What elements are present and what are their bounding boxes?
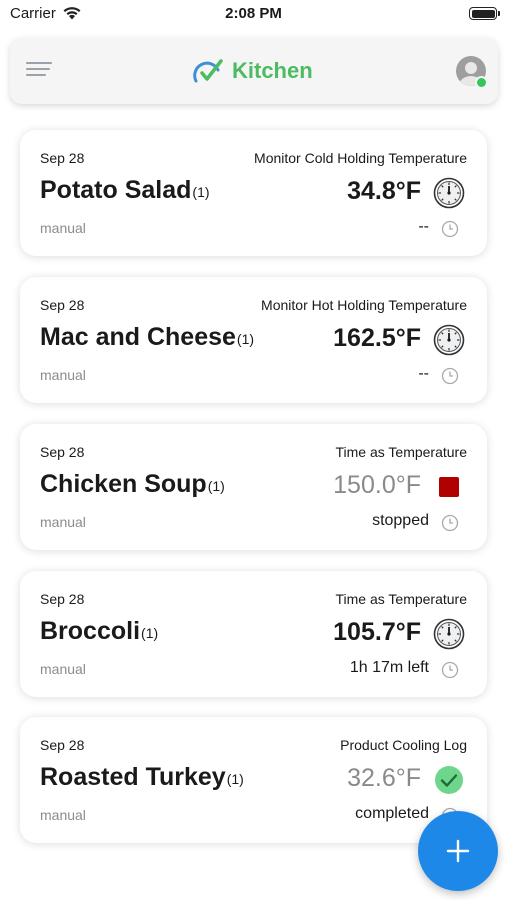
card-source: manual <box>40 514 86 530</box>
card-count: (1) <box>226 770 244 787</box>
card-count: (1) <box>207 477 225 494</box>
stop-icon[interactable] <box>433 471 465 503</box>
gauge-check-icon <box>193 59 223 83</box>
status-bar: Carrier 2:08 PM <box>0 0 507 30</box>
card-count: (1) <box>236 330 255 347</box>
card-date: Sep 28 <box>40 737 85 753</box>
card-temperature: 162.5°F <box>333 324 421 352</box>
card-temperature: 34.8°F <box>347 177 421 205</box>
log-card[interactable]: Sep 28 Product Cooling Log Roasted Turke… <box>20 717 487 843</box>
clock-icon <box>441 661 459 679</box>
clock-icon <box>441 514 459 532</box>
card-source: manual <box>40 367 86 383</box>
clock-time: 2:08 PM <box>225 5 282 22</box>
battery-icon <box>469 7 500 20</box>
header-bar: Kitchen <box>10 38 498 104</box>
card-status: -- <box>418 218 429 235</box>
log-card[interactable]: Sep 28 Time as Temperature Chicken Soup(… <box>20 424 487 550</box>
card-item-name: Potato Salad(1) <box>40 176 210 204</box>
thermometer-dial-icon[interactable] <box>433 324 465 356</box>
card-item-name: Roasted Turkey(1) <box>40 763 244 791</box>
card-count: (1) <box>192 183 210 200</box>
card-date: Sep 28 <box>40 150 85 166</box>
thermometer-dial-icon[interactable] <box>433 177 465 209</box>
card-item-name: Mac and Cheese(1) <box>40 323 255 351</box>
card-status: stopped <box>372 512 429 529</box>
log-card[interactable]: Sep 28 Monitor Cold Holding Temperature … <box>20 130 487 256</box>
card-status: completed <box>355 805 429 822</box>
card-temperature: 105.7°F <box>333 618 421 646</box>
clock-icon <box>441 367 459 385</box>
card-type: Product Cooling Log <box>340 737 467 753</box>
card-type: Monitor Cold Holding Temperature <box>254 150 467 166</box>
card-type: Monitor Hot Holding Temperature <box>261 297 467 313</box>
page-title: Kitchen <box>232 58 313 83</box>
card-type: Time as Temperature <box>335 444 468 460</box>
card-temperature: 150.0°F <box>333 471 421 499</box>
card-status: -- <box>418 365 429 382</box>
card-item-name: Chicken Soup(1) <box>40 470 225 498</box>
online-status-dot <box>475 76 488 89</box>
add-button[interactable] <box>418 811 498 891</box>
card-item-name: Broccoli(1) <box>40 617 159 645</box>
menu-icon[interactable] <box>26 62 54 82</box>
card-date: Sep 28 <box>40 297 85 313</box>
log-card[interactable]: Sep 28 Time as Temperature Broccoli(1) 1… <box>20 571 487 697</box>
card-source: manual <box>40 220 86 236</box>
card-source: manual <box>40 807 86 823</box>
log-card[interactable]: Sep 28 Monitor Hot Holding Temperature M… <box>20 277 487 403</box>
card-temperature: 32.6°F <box>347 764 421 792</box>
app-logo: Kitchen <box>192 56 313 86</box>
card-date: Sep 28 <box>40 591 85 607</box>
card-type: Time as Temperature <box>335 591 468 607</box>
card-source: manual <box>40 661 86 677</box>
plus-icon <box>446 839 470 863</box>
clock-icon <box>441 220 459 238</box>
check-circle-icon[interactable] <box>433 764 465 796</box>
card-date: Sep 28 <box>40 444 85 460</box>
thermometer-dial-icon[interactable] <box>433 618 465 650</box>
card-count: (1) <box>141 624 159 641</box>
card-status: 1h 17m left <box>349 659 429 676</box>
